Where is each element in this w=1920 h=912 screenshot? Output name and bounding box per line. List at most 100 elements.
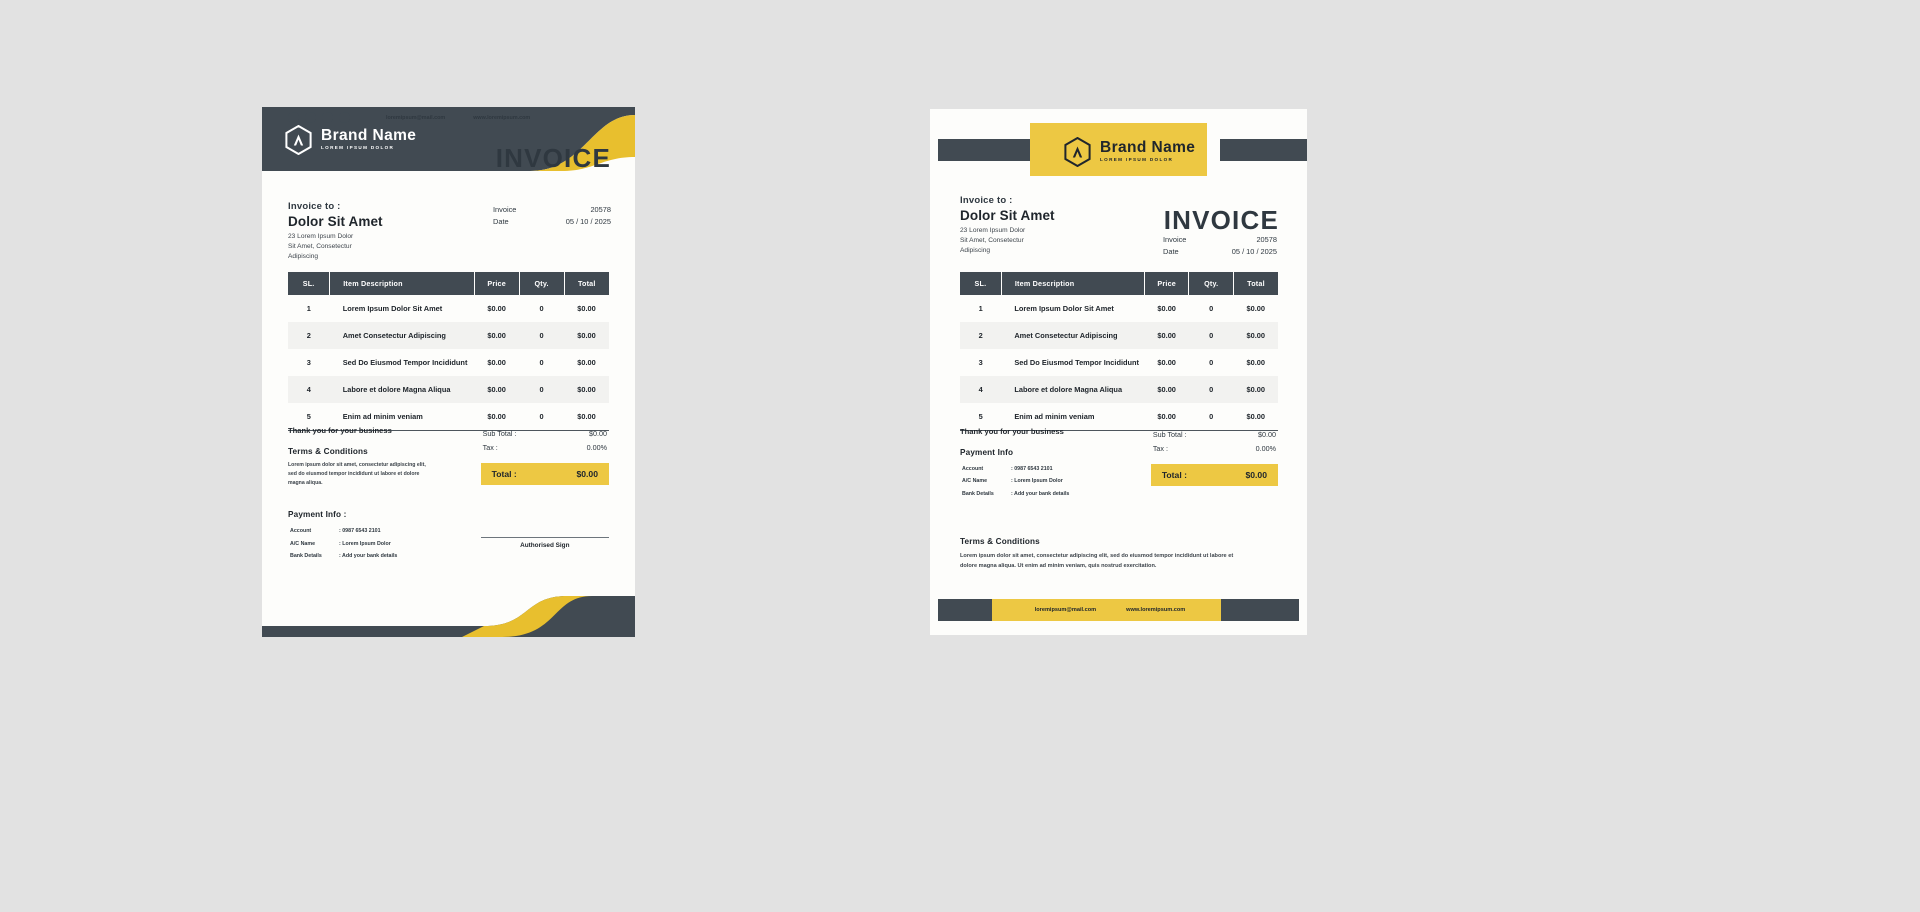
social-dot-icon[interactable] (339, 112, 350, 123)
client-address-line-3: Adipiscing (288, 253, 319, 261)
social-dot-icon[interactable] (305, 112, 316, 123)
payment-info-table: Account : 0987 6543 2101 A/C Name : Lore… (960, 462, 1071, 501)
cell-description: Amet Consetectur Adipiscing (1001, 322, 1145, 349)
footer-dark-shape (262, 596, 635, 637)
invoice-two-lower: Thank you for your business Payment Info… (960, 427, 1278, 501)
payment-key: A/C Name (290, 540, 316, 547)
items-table-one: SL. Item Description Price Qty. Total 1 … (288, 272, 609, 432)
summary-row: Tax : 0.00% (483, 442, 607, 454)
cell-qty: 0 (519, 376, 565, 403)
col-total: Total (564, 272, 609, 295)
client-address-line-2: Sit Amet, Consetectur (288, 243, 352, 251)
social-icons-one (288, 112, 350, 123)
payment-value: : Add your bank details (339, 552, 398, 559)
footer-website[interactable]: www.loremipsum.com (473, 115, 530, 121)
client-address-line-1: 23 Lorem Ipsum Dolor (960, 227, 1026, 234)
payment-row: Bank Details : Add your bank details (962, 489, 1069, 499)
meta-row: Date 05 / 10 / 2025 (493, 217, 611, 227)
page-title: INVOICE (1163, 205, 1279, 235)
brand-name: Brand Name (1100, 139, 1196, 157)
meta-value: 20578 (590, 205, 611, 214)
cell-qty: 0 (519, 322, 565, 349)
payment-row: Account : 0987 6543 2101 (290, 526, 397, 536)
cell-qty: 0 (539, 358, 544, 367)
brand-name: Brand Name (321, 127, 417, 145)
col-description: Item Description (329, 272, 475, 295)
meta-row: Date 05 / 10 / 2025 (1163, 247, 1277, 257)
grand-total-bar-one: Total : $0.00 (480, 463, 609, 486)
bill-to-block-two: Invoice to : Dolor Sit Amet 23 Lorem Ips… (960, 195, 1055, 257)
subtotal-label: Sub Total : (482, 429, 517, 438)
grand-total-bar-two: Total : $0.00 (1150, 464, 1278, 487)
client-name: Dolor Sit Amet (960, 208, 1055, 223)
brand-text-one: Brand Name LOREM IPSUM DOLOR (321, 127, 417, 152)
cell-qty: 0 (1209, 358, 1214, 367)
table-header-row: SL. Item Description Price Qty. Total (960, 272, 1278, 295)
payment-key: Bank Details (290, 552, 322, 559)
cell-qty: 0 (1188, 322, 1234, 349)
payment-key: Account (290, 528, 312, 535)
footer-email[interactable]: loremipsum@mail.com (1035, 607, 1096, 613)
items-table-two: SL. Item Description Price Qty. Total 1 … (960, 272, 1278, 432)
footer-email[interactable]: loremipsum@mail.com (386, 115, 445, 121)
summary-row: Sub Total : $0.00 (1153, 429, 1276, 441)
cell-price: $0.00 (474, 322, 520, 349)
col-sl: SL. (288, 272, 331, 295)
cell-description: Sed Do Eiusmod Tempor Incididunt (342, 358, 468, 367)
col-qty: Qty. (1188, 272, 1234, 295)
terms-line-3: magna aliqua. (288, 480, 323, 487)
bill-to-label: Invoice to : (288, 201, 341, 212)
brand-tagline: LOREM IPSUM DOLOR (321, 145, 395, 151)
terms-block-two: Terms & Conditions Lorem ipsum dolor sit… (960, 537, 1278, 572)
cell-total: $0.00 (564, 322, 609, 349)
cell-sl: 1 (978, 304, 983, 313)
brand-tagline: LOREM IPSUM DOLOR (1100, 157, 1174, 163)
footer-links-two: loremipsum@mail.com www.loremipsum.com (992, 599, 1228, 621)
cell-sl: 5 (978, 412, 983, 421)
cell-qty: 0 (539, 304, 544, 313)
cell-description: Labore et dolore Magna Aliqua (329, 376, 475, 403)
meta-row: Invoice 20578 (1163, 235, 1277, 245)
social-dot-icon[interactable] (288, 112, 299, 123)
payment-info-table: Account : 0987 6543 2101 A/C Name : Lore… (288, 524, 399, 563)
invoice-template-one: Brand Name LOREM IPSUM DOLOR INVOICE Inv… (262, 107, 635, 637)
table-row: 5 Enim ad minim veniam $0.00 0 $0.00 (960, 403, 1278, 430)
table-row: 1 Lorem Ipsum Dolor Sit Amet $0.00 0 $0.… (288, 295, 609, 322)
cell-price: $0.00 (1157, 412, 1176, 421)
payment-row: A/C Name : Lorem Ipsum Dolor (962, 476, 1069, 486)
meta-value: 05 / 10 / 2025 (565, 216, 611, 226)
client-address-line-2: Sit Amet, Consetectur (960, 237, 1024, 245)
summary-row: Tax : 0.00% (1153, 443, 1276, 455)
footer-website[interactable]: www.loremipsum.com (1126, 607, 1185, 613)
meta-label: Invoice (1163, 235, 1187, 244)
terms-line-2: sed do eiusmod tempor incididunt ut labo… (288, 471, 420, 478)
payment-value: : 0987 6543 2101 (339, 528, 381, 535)
header-left-bar (938, 139, 1030, 161)
cell-description: Enim ad minim veniam (1014, 412, 1095, 421)
header-right-bar (1220, 139, 1307, 161)
terms-line-1: Lorem ipsum dolor sit amet, consectetur … (288, 462, 426, 468)
tax-value: 0.00% (1255, 443, 1276, 453)
invoice-two-footer: loremipsum@mail.com www.loremipsum.com (930, 599, 1307, 621)
payment-key: A/C Name (962, 478, 988, 485)
payment-key: Bank Details (962, 490, 994, 497)
meta-label: Invoice (493, 205, 517, 214)
canvas: Brand Name LOREM IPSUM DOLOR INVOICE Inv… (0, 0, 1920, 912)
social-dot-icon[interactable] (322, 112, 333, 123)
invoice-one-footer (262, 596, 635, 637)
payment-info-title: Payment Info : (288, 510, 347, 520)
client-name: Dolor Sit Amet (288, 214, 383, 229)
hexagon-a-logo-icon (1064, 137, 1091, 167)
cell-sl: 4 (288, 376, 330, 403)
total-label: Total : (491, 469, 517, 480)
col-price: Price (474, 272, 520, 295)
brand-text-two: Brand Name LOREM IPSUM DOLOR (1100, 139, 1196, 164)
meta-value: 05 / 10 / 2025 (1231, 246, 1277, 256)
brand-logo-two: Brand Name LOREM IPSUM DOLOR (1064, 137, 1195, 167)
invoice-template-two: Brand Name LOREM IPSUM DOLOR Invoice to … (930, 109, 1307, 635)
cell-sl: 4 (960, 376, 1002, 403)
cell-price: $0.00 (487, 358, 506, 367)
terms-title: Terms & Conditions (960, 537, 1040, 546)
brand-logo-one: Brand Name LOREM IPSUM DOLOR (285, 125, 416, 155)
cell-sl: 2 (960, 322, 1002, 349)
